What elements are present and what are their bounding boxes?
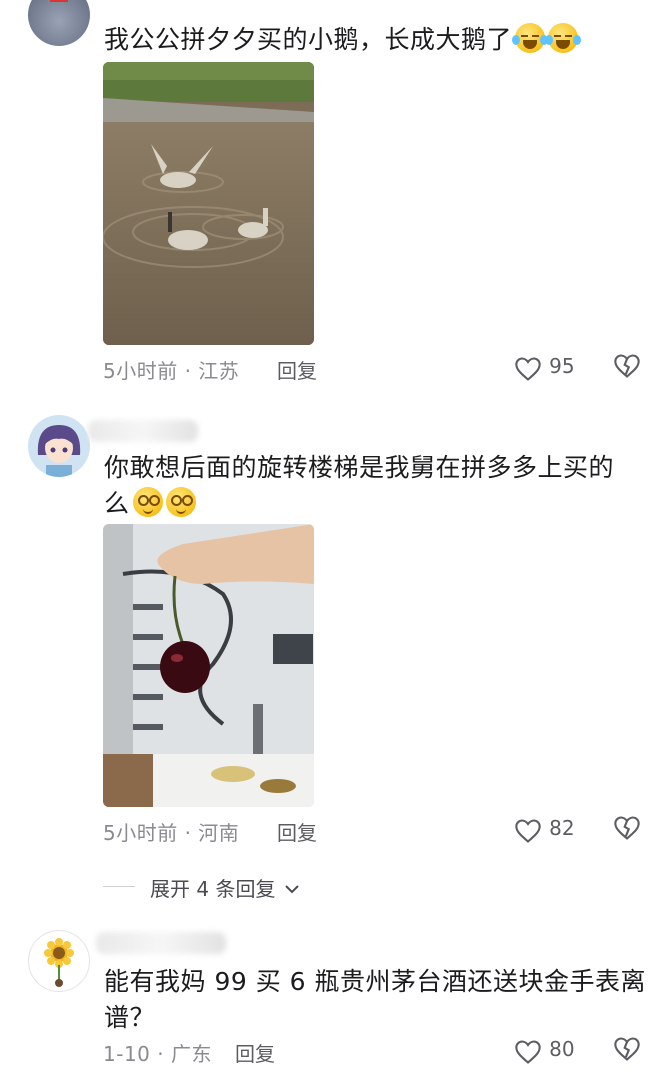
dislike-button[interactable] (613, 353, 641, 383)
user-avatar[interactable] (28, 415, 90, 477)
reply-button[interactable]: 回复 (277, 355, 317, 384)
dislike-button[interactable] (613, 1036, 641, 1066)
heart-icon (515, 356, 541, 381)
like-count: 95 (549, 354, 575, 378)
dislike-icon (614, 354, 640, 378)
heart-icon (515, 818, 541, 843)
comment-meta: 1-10 · 广东 (103, 1042, 212, 1066)
reply-button[interactable]: 回复 (235, 1038, 275, 1067)
reply-button[interactable]: 回复 (277, 817, 317, 846)
like-count: 80 (549, 1037, 575, 1061)
divider-line (103, 886, 135, 887)
comment-text: 你敢想后面的旋转楼梯是我舅在拼多多上买的 么 (104, 453, 615, 518)
dislike-button[interactable] (613, 815, 641, 845)
laughing-emoji (512, 23, 549, 53)
heart-icon (515, 1039, 541, 1064)
expand-replies-button[interactable]: 展开 4 条回复 (150, 873, 300, 902)
chevron-down-icon (285, 885, 299, 894)
blush-emoji (165, 487, 196, 517)
comment-image[interactable] (103, 62, 314, 345)
laughing-emoji (545, 23, 582, 53)
like-button[interactable]: 95 (514, 354, 575, 382)
username-blurred (88, 420, 198, 442)
dislike-icon (614, 1037, 640, 1061)
like-button[interactable]: 80 (514, 1037, 575, 1065)
like-button[interactable]: 82 (514, 816, 575, 844)
comment-meta: 5小时前 · 江苏 (103, 359, 240, 383)
comment-meta: 5小时前 · 河南 (103, 821, 240, 845)
comment-text: 能有我妈 99 买 6 瓶贵州茅台酒还送块金手表离 谱？ (104, 967, 647, 1032)
user-avatar[interactable] (28, 0, 90, 46)
like-count: 82 (549, 816, 575, 840)
blush-emoji (132, 487, 163, 517)
dislike-icon (614, 816, 640, 840)
comment-text: 我公公拼夕夕买的小鹅，长成大鹅了 (104, 22, 624, 58)
comment-image[interactable] (103, 524, 314, 807)
expand-replies-label: 展开 4 条回复 (150, 877, 276, 901)
username-blurred (96, 932, 226, 954)
user-avatar[interactable] (28, 930, 90, 992)
